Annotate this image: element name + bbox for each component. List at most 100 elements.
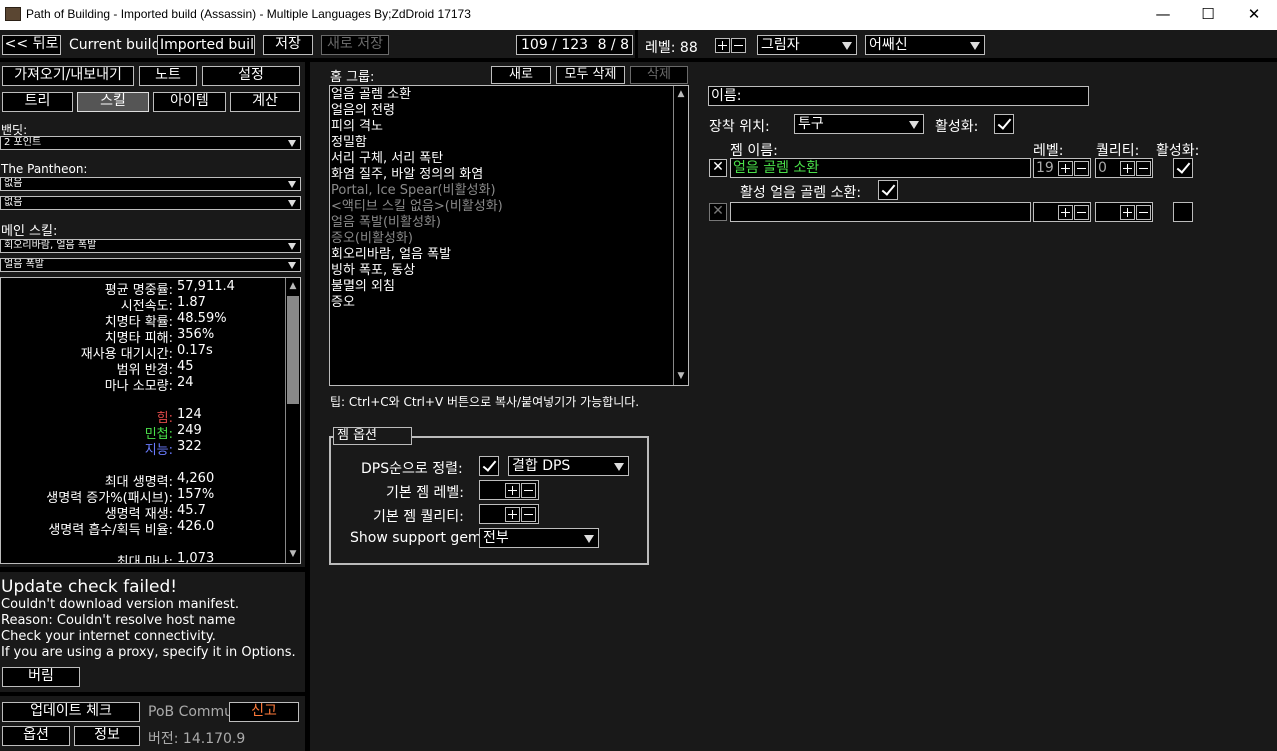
gem-level-minus[interactable] (1074, 161, 1089, 176)
maximize-button[interactable]: ☐ (1185, 0, 1231, 30)
tab-calcs[interactable]: 계산 (230, 92, 300, 112)
stat-value: 1,073 (177, 551, 215, 564)
sort-mode-dropdown[interactable]: 결합 DPS (508, 456, 629, 476)
show-support-dropdown[interactable]: 전부 (479, 528, 599, 548)
pantheon-major-dropdown[interactable]: 없음 (0, 177, 301, 191)
tab-notes[interactable]: 노트 (139, 66, 197, 86)
update-line: Couldn't download version manifest. (1, 597, 239, 612)
tab-items[interactable]: 아이템 (153, 92, 226, 112)
chevron-down-icon (909, 121, 919, 129)
socket-group-item[interactable]: Portal, Ice Spear(비활성화) (331, 183, 671, 199)
socket-group-list[interactable]: 얼음 골렘 소환 얼음의 전령 피의 격노 정밀함 서리 구체, 서리 폭탄 화염 질주,… (329, 85, 689, 386)
group-name-field[interactable]: 이름: (708, 86, 1089, 106)
socket-group-item[interactable]: 증오 (331, 295, 671, 311)
back-button[interactable]: << 뒤로 (2, 35, 61, 55)
socket-group-item[interactable]: 불멸의 외침 (331, 279, 671, 295)
update-check-button[interactable]: 업데이트 체크 (2, 702, 140, 722)
stats-panel[interactable]: 평균 명중률: 57,911.4 시전속도: 1.87 치명타 확률: 48.59% 치명타… (0, 277, 301, 564)
ascendancy-dropdown[interactable]: 어쌔신 (865, 35, 985, 55)
stats-scrollbar[interactable]: ▲ ▼ (285, 278, 300, 563)
default-quality-plus[interactable] (505, 507, 520, 522)
level-header: 레벨: (1033, 143, 1064, 159)
minimize-button[interactable]: — (1140, 0, 1186, 30)
socket-group-item[interactable]: 회오리바람, 얼음 폭발 (331, 247, 671, 263)
gem-level-plus[interactable] (1058, 161, 1073, 176)
main-skill-dropdown[interactable]: 회오리바람, 얼음 폭발 (0, 239, 301, 253)
about-button[interactable]: 정보 (74, 726, 140, 746)
build-name-field[interactable]: Imported build (157, 35, 255, 55)
report-button[interactable]: 신고 (229, 702, 299, 722)
stat-value: 249 (177, 423, 202, 438)
remove-gem-icon[interactable]: ✕ (709, 159, 727, 177)
active-gem-checkbox[interactable] (878, 180, 898, 200)
close-button[interactable]: ✕ (1231, 0, 1277, 30)
level-minus-button[interactable] (731, 38, 746, 53)
tab-skills[interactable]: 스킬 (77, 92, 149, 112)
options-button[interactable]: 옵션 (2, 726, 70, 746)
new-gem-name-field[interactable] (730, 202, 1031, 222)
tab-tree[interactable]: 트리 (2, 92, 73, 112)
new-gem-level-plus[interactable] (1058, 205, 1073, 220)
default-quality-minus[interactable] (521, 507, 536, 522)
save-as-button[interactable]: 새로 저장 (321, 35, 389, 55)
remove-gem-icon[interactable]: ✕ (709, 203, 727, 221)
new-group-button[interactable]: 새로 (491, 66, 551, 84)
save-button[interactable]: 저장 (263, 35, 313, 55)
gem-name-field[interactable]: 얼음 골렘 소환 (730, 158, 1031, 178)
gem-enabled-checkbox[interactable] (1173, 158, 1193, 178)
socket-group-item[interactable]: 정밀함 (331, 135, 671, 151)
groups-scrollbar[interactable]: ▲ ▼ (673, 86, 688, 385)
stat-value: 1.87 (177, 295, 206, 310)
class-dropdown[interactable]: 그림자 (757, 35, 857, 55)
socket-group-item[interactable]: <액티브 스킬 없음>(비활성화) (331, 199, 671, 215)
socket-group-item[interactable]: 빙하 폭포, 동상 (331, 263, 671, 279)
new-gem-level-minus[interactable] (1074, 205, 1089, 220)
main-subskill-dropdown[interactable]: 얼음 폭발 (0, 258, 301, 272)
level-plus-button[interactable] (715, 38, 730, 53)
new-gem-quality-minus[interactable] (1136, 205, 1151, 220)
dismiss-button[interactable]: 버림 (2, 667, 80, 687)
slot-dropdown[interactable]: 투구 (794, 114, 924, 134)
new-gem-enabled-checkbox[interactable] (1173, 202, 1193, 222)
scroll-up-icon[interactable]: ▲ (675, 88, 687, 100)
new-gem-quality-plus[interactable] (1120, 205, 1135, 220)
version-label: 버전: 14.170.9 (148, 731, 246, 747)
chevron-down-icon (288, 200, 296, 207)
slot-value: 투구 (798, 116, 824, 132)
scroll-down-icon[interactable]: ▼ (675, 370, 687, 382)
socket-group-item[interactable]: 얼음의 전령 (331, 103, 671, 119)
delete-all-groups-button[interactable]: 모두 삭제 (556, 66, 625, 84)
chevron-down-icon (584, 535, 594, 543)
socket-group-item[interactable]: 얼음 골렘 소환 (331, 87, 671, 103)
pantheon-minor-dropdown[interactable]: 없음 (0, 196, 301, 210)
bandit-dropdown[interactable]: 2 포인트 (0, 136, 301, 150)
delete-group-button[interactable]: 삭제 (630, 66, 688, 84)
main-skill-value: 회오리바람, 얼음 폭발 (4, 240, 97, 251)
socket-group-item[interactable]: 증오(비활성화) (331, 231, 671, 247)
socket-group-item[interactable]: 피의 격노 (331, 119, 671, 135)
show-support-label: Show support gems: (350, 530, 494, 546)
class-value: 그림자 (761, 37, 800, 53)
scroll-down-icon[interactable]: ▼ (287, 548, 299, 560)
default-level-plus[interactable] (505, 483, 520, 498)
active-gem-label: 활성 얼음 골렘 소환: (740, 185, 862, 201)
tab-import-export[interactable]: 가져오기/내보내기 (2, 66, 134, 86)
stats-list: 평균 명중률: 57,911.4 시전속도: 1.87 치명타 확률: 48.59% 치명타… (1, 278, 285, 564)
socket-group-item[interactable]: 화염 질주, 바알 정의의 화염 (331, 167, 671, 183)
gem-quality-minus[interactable] (1136, 161, 1151, 176)
sort-dps-checkbox[interactable] (479, 456, 499, 476)
level-label: 레벨: 88 (645, 40, 698, 56)
stat-value: 45.7 (177, 503, 206, 518)
stat-label: 최대 마나: (116, 555, 173, 564)
app-body: << 뒤로 Current build: Imported build 저장 새… (0, 30, 1277, 751)
socket-group-item[interactable]: 서리 구체, 서리 폭탄 (331, 151, 671, 167)
scroll-up-icon[interactable]: ▲ (287, 280, 299, 292)
stat-row (1, 455, 285, 471)
default-level-minus[interactable] (521, 483, 536, 498)
tab-config[interactable]: 설정 (202, 66, 300, 86)
gem-quality-plus[interactable] (1120, 161, 1135, 176)
socket-group-item[interactable]: 얼음 폭발(비활성화) (331, 215, 671, 231)
stats-scroll-thumb[interactable] (287, 296, 299, 404)
chevron-down-icon (288, 262, 296, 269)
group-enabled-checkbox[interactable] (994, 114, 1014, 134)
